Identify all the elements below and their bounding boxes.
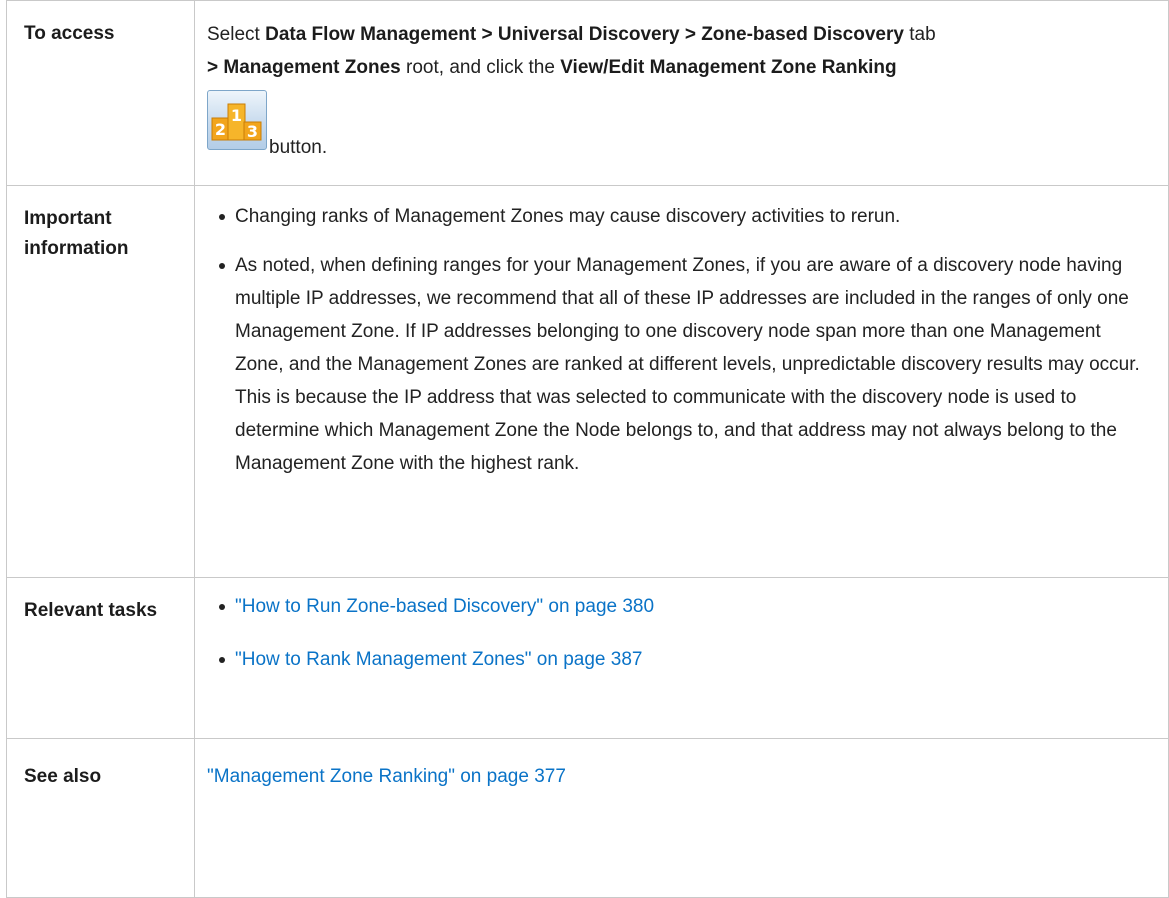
- row-header-important-information: Important information: [6, 185, 195, 578]
- see-also-line: "Management Zone Ranking" on page 377: [207, 760, 1154, 793]
- link-rank-management-zones[interactable]: "How to Rank Management Zones" on page 3…: [235, 649, 642, 670]
- bullet-icon: [219, 604, 225, 610]
- access-button-name: View/Edit Management Zone Ranking: [560, 57, 897, 78]
- access-select-text: Select: [207, 24, 266, 45]
- bullet-icon: [219, 214, 225, 220]
- row-body-important-information: Changing ranks of Management Zones may c…: [194, 185, 1169, 578]
- link-management-zone-ranking[interactable]: "Management Zone Ranking" on page 377: [207, 766, 566, 787]
- bullet-icon: [219, 263, 225, 269]
- important-bullet-2: As noted, when defining ranges for your …: [235, 255, 1140, 474]
- link-run-zone-based-discovery[interactable]: "How to Run Zone-based Discovery" on pag…: [235, 596, 654, 617]
- ranking-digit-2: 2: [215, 120, 226, 139]
- row-header-to-access: To access: [6, 0, 195, 186]
- access-root-text: root, and click the: [400, 57, 561, 78]
- list-item: "How to Run Zone-based Discovery" on pag…: [207, 590, 1154, 623]
- row-header-relevant-tasks: Relevant tasks: [6, 577, 195, 739]
- access-path-a: Data Flow Management > Universal Discove…: [265, 24, 904, 45]
- list-item: "How to Rank Management Zones" on page 3…: [207, 643, 1154, 676]
- ranking-button[interactable]: 2 1 3: [207, 90, 267, 150]
- row-body-relevant-tasks: "How to Run Zone-based Discovery" on pag…: [194, 577, 1169, 739]
- info-table: To access Select Data Flow Management > …: [6, 0, 1169, 898]
- table-row: Important information Changing ranks of …: [6, 185, 1169, 578]
- ranking-digit-3: 3: [247, 122, 258, 141]
- list-item: As noted, when defining ranges for your …: [207, 249, 1154, 480]
- row-header-see-also: See also: [6, 738, 195, 898]
- table-row: See also "Management Zone Ranking" on pa…: [6, 738, 1169, 898]
- row-body-to-access: Select Data Flow Management > Universal …: [194, 0, 1169, 186]
- table-row: Relevant tasks "How to Run Zone-based Di…: [6, 577, 1169, 739]
- tasks-list: "How to Run Zone-based Discovery" on pag…: [207, 590, 1154, 676]
- access-line-2: > Management Zones root, and click the V…: [207, 51, 1154, 84]
- ranking-icon: 2 1 3: [211, 103, 262, 141]
- important-bullet-1: Changing ranks of Management Zones may c…: [235, 206, 901, 227]
- table-row: To access Select Data Flow Management > …: [6, 0, 1169, 186]
- row-body-see-also: "Management Zone Ranking" on page 377: [194, 738, 1169, 898]
- access-button-line: 2 1 3 button.: [207, 90, 1154, 168]
- ranking-digit-1: 1: [231, 106, 242, 125]
- list-item: Changing ranks of Management Zones may c…: [207, 200, 1154, 233]
- access-line-1: Select Data Flow Management > Universal …: [207, 18, 1154, 51]
- access-button-suffix: button.: [269, 137, 328, 158]
- important-list: Changing ranks of Management Zones may c…: [207, 200, 1154, 480]
- access-tab-text: tab: [903, 24, 936, 45]
- bullet-icon: [219, 657, 225, 663]
- access-path-b: > Management Zones: [207, 57, 401, 78]
